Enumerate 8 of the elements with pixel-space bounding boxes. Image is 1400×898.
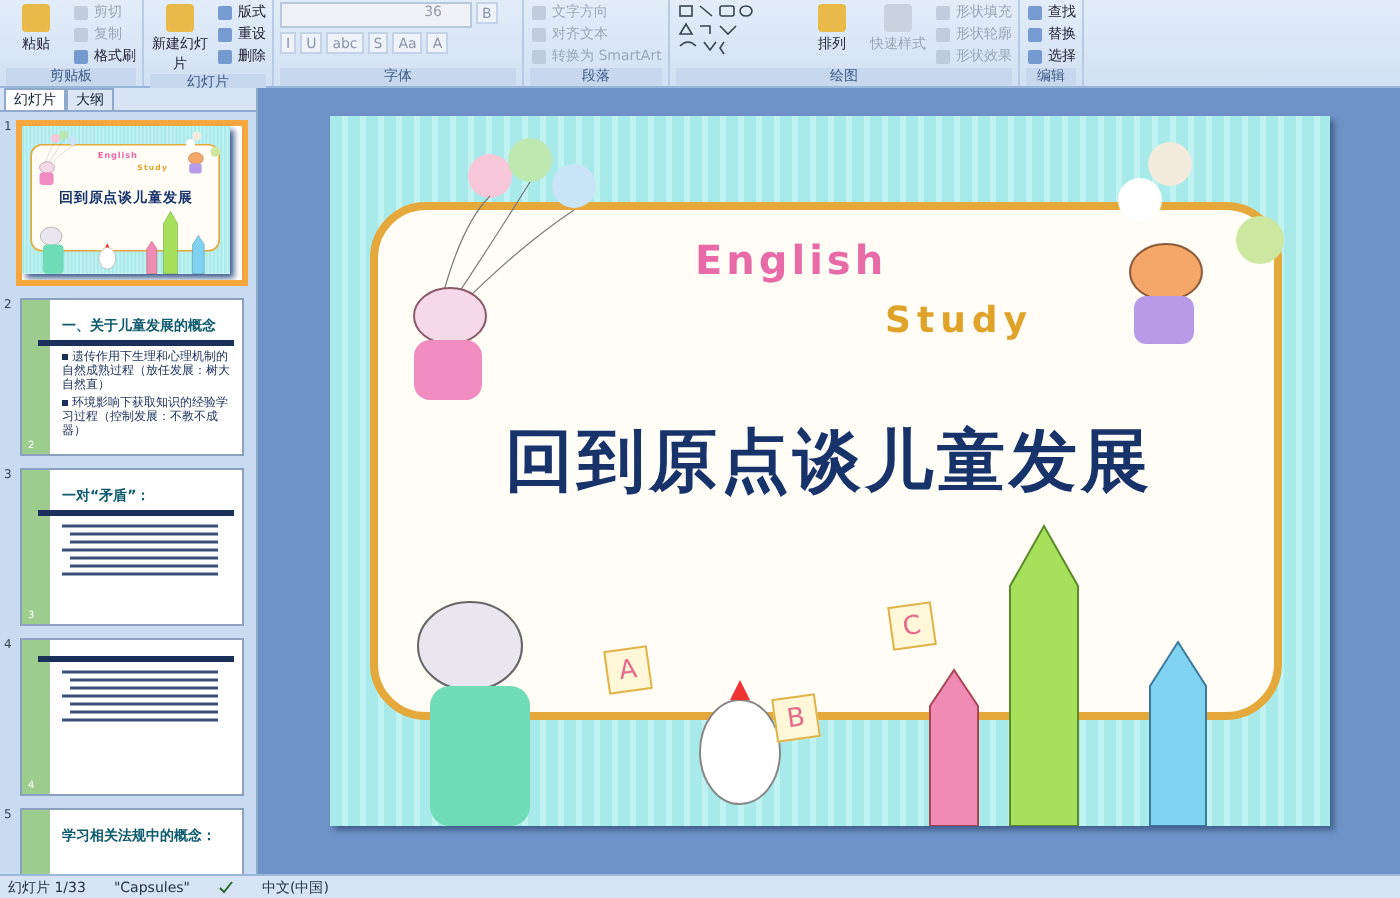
english-heading: English [695,236,888,284]
command-icon [162,2,198,34]
check-icon [218,879,234,895]
command-icon [879,2,916,34]
study-heading: Study [885,300,1034,342]
slide-title: 回到原点谈儿童发展 [503,420,1155,506]
command-icon [813,2,850,34]
command-icon [18,2,54,34]
